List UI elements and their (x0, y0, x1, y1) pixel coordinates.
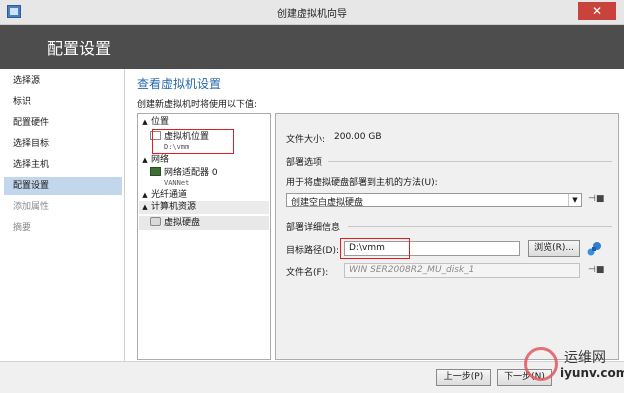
window-title: 创建虚拟机向导 (277, 9, 347, 20)
annotation-highlight-vm-location (152, 129, 234, 154)
chevron-up-icon: ▲ (142, 191, 148, 199)
network-share-icon[interactable] (586, 241, 602, 257)
chevron-up-icon: ▲ (142, 156, 148, 164)
tree-item-virtual-disk[interactable]: 虚拟硬盘 (139, 216, 269, 230)
watermark-icon (524, 347, 558, 381)
watermark-logo: 运维网 iyunv.com (514, 341, 624, 392)
nav-item-add-properties: 添加属性 (13, 202, 50, 212)
nav-item-configure-settings[interactable]: 配置设置 (4, 177, 122, 195)
file-name-input: WIN SER2008R2_MU_disk_1 (344, 263, 580, 278)
file-size-value: 200.00 GB (334, 132, 382, 142)
settings-detail-panel: 文件大小: 200.00 GB 部署选项 用于将虚拟硬盘部署到主机的方法(U):… (275, 113, 619, 360)
deploy-details-heading: 部署详细信息 (286, 223, 341, 233)
network-name: VANNet (164, 179, 190, 187)
file-name-label: 文件名(F): (286, 268, 329, 278)
chevron-up-icon: ▲ (142, 203, 148, 211)
nav-item-select-source[interactable]: 选择源 (4, 72, 122, 90)
tree-category-fiber-channel[interactable]: ▲ 光纤通道 (139, 189, 269, 201)
wizard-header: 配置设置 (0, 25, 624, 69)
settings-tree[interactable]: ▲ 位置 虚拟机位置 D:\vmm ▲ 网络 网络适配器 0 VANNet ▲ 光纤通… (137, 113, 271, 360)
nav-item-select-host[interactable]: 选择主机 (4, 156, 122, 174)
deploy-options-heading: 部署选项 (286, 158, 323, 168)
dropdown-arrow-icon[interactable]: ▼ (568, 194, 581, 206)
pin-icon[interactable]: ⊣■ (588, 265, 604, 275)
tree-category-compute[interactable]: ▲ 计算机资源 (139, 201, 269, 214)
nav-item-select-destination[interactable]: 选择目标 (4, 135, 122, 153)
deploy-method-label: 用于将虚拟硬盘部署到主机的方法(U): (286, 178, 438, 188)
chevron-up-icon: ▲ (142, 118, 148, 126)
main-panel: 查看虚拟机设置 创建新虚拟机时将使用以下值: ▲ 位置 虚拟机位置 D:\vmm … (125, 69, 624, 361)
deploy-method-dropdown[interactable]: 创建空白虚拟硬盘 ▼ (286, 193, 582, 208)
close-button[interactable]: ✕ (578, 2, 616, 20)
nav-item-summary: 摘要 (13, 223, 32, 233)
review-title: 查看虚拟机设置 (137, 77, 222, 91)
network-adapter-icon (150, 167, 161, 176)
nav-item-configure-hardware[interactable]: 配置硬件 (4, 114, 122, 132)
target-path-label: 目标路径(D): (286, 246, 339, 256)
browse-button[interactable]: 浏览(R)... (528, 240, 580, 257)
tree-category-location[interactable]: ▲ 位置 (139, 116, 269, 128)
section-divider (348, 226, 612, 227)
watermark-text-cn: 运维网 (564, 350, 606, 366)
window-titlebar: 创建虚拟机向导 ✕ (0, 0, 624, 25)
annotation-highlight-target-path (340, 238, 410, 259)
hard-disk-icon (150, 217, 161, 226)
review-subtitle: 创建新虚拟机时将使用以下值: (137, 100, 258, 110)
wizard-nav: 选择源 标识 配置硬件 选择目标 选择主机 配置设置 添加属性 摘要 (0, 69, 124, 361)
section-divider (328, 161, 612, 162)
tree-category-network[interactable]: ▲ 网络 (139, 154, 269, 166)
nav-item-identity[interactable]: 标识 (4, 93, 122, 111)
watermark-text-url: iyunv.com (560, 366, 624, 380)
file-size-label: 文件大小: (286, 135, 326, 145)
page-heading: 配置设置 (47, 39, 112, 58)
previous-button[interactable]: 上一步(P) (436, 369, 491, 386)
tree-item-network-adapter[interactable]: 网络适配器 0 VANNet (150, 167, 218, 187)
pin-icon[interactable]: ⊣■ (588, 194, 604, 204)
